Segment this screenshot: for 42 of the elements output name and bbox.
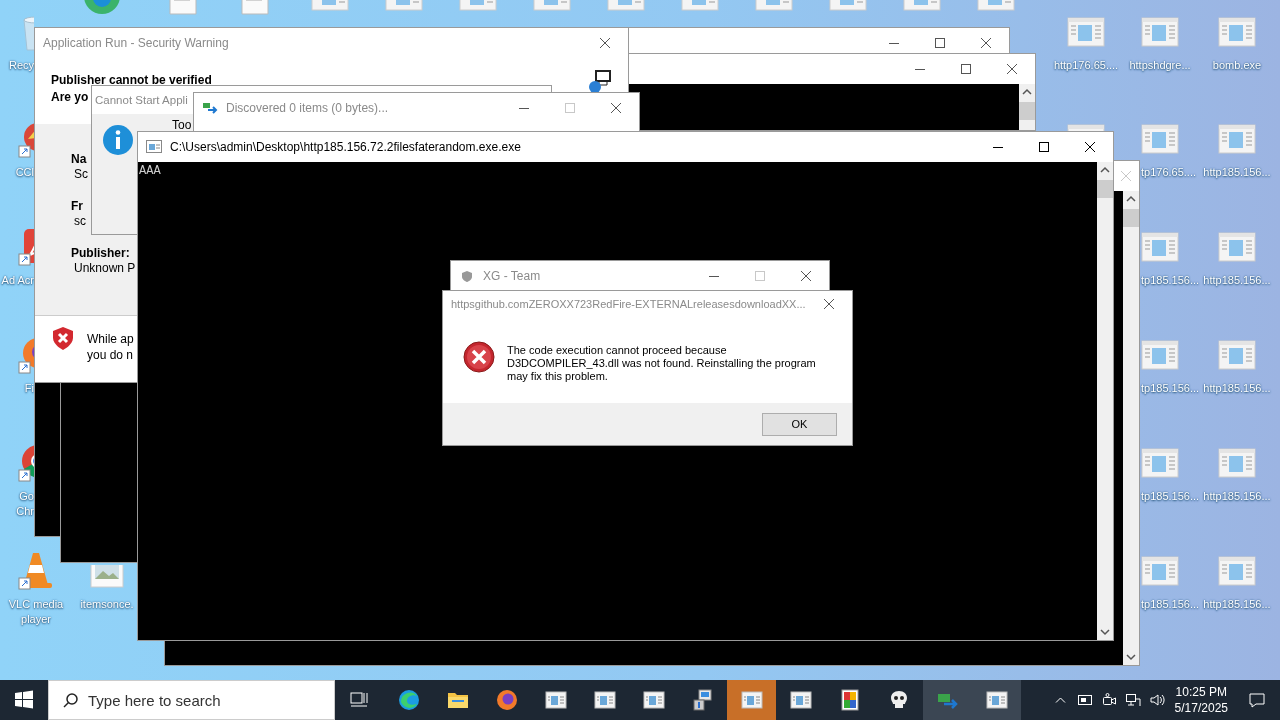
window-title: C:\Users\admin\Desktop\http185.156.72.2filesfaterandom.exe.exe [170,140,521,154]
window-title: Cannot Start Appli [95,94,188,106]
icon-label: tp176.65.... [1141,165,1197,180]
icon-label: CCl [14,165,34,180]
ok-button[interactable]: OK [762,412,837,436]
icon-label: http176.65.... [1053,58,1119,73]
icon-label: Fi [23,381,34,396]
icon-label: tp185.156... [1141,597,1200,612]
clock-date: 5/17/2025 [1174,700,1228,716]
error-message: The code execution cannot proceed because D3DCOMPILER_43.dll was not found. Reinstalling the program may fix this problem. [507,344,816,384]
icon-label: bomb.exe [1212,58,1262,73]
icon-label: tp185.156... [1141,381,1200,396]
icon-label: tp185.156... [1141,489,1200,504]
field-label: Publisher: [71,246,130,260]
field-value: Sc [74,167,88,181]
clock-time: 10:25 PM [1175,684,1227,700]
window-title: XG - Team [483,269,541,283]
icon-label: VLC media player [7,597,65,627]
icon-label: Recy [7,58,34,73]
field-value: sc [74,214,86,228]
warning-heading: Publisher cannot be verified [51,72,212,89]
field-label: Na [71,152,87,166]
icon-label: http185.156... [1203,597,1271,612]
icon-label: http185.156... [1203,165,1271,180]
icon-label: Go Chr [15,489,34,519]
icon-label: itemsonce. [80,597,134,612]
field-value: Unknown P [74,261,136,275]
warning-text: While ap you do n [87,331,134,363]
search-field[interactable]: Type here to search [48,680,335,720]
window-title: Discovered 0 items (0 bytes)... [226,101,389,115]
message-text: Too [172,118,192,132]
icon-label: http185.156... [1203,273,1271,288]
icon-label: httpshdgre... [1129,58,1191,73]
window-title: httpsgithub.comZEROXX723RedFire-EXTERNALreleasesdownloadXX... [451,298,806,310]
icon-label: http185.156... [1203,381,1271,396]
window-title: Application Run - Security Warning [43,36,229,50]
field-label: Fr [71,199,83,213]
warning-heading: Are yo [51,89,89,106]
clock[interactable]: 10:25 PM 5/17/2025 [1168,680,1234,720]
icon-label: http185.156... [1203,489,1271,504]
icon-label: Ad Acr [0,273,34,288]
icon-label: tp185.156... [1141,273,1200,288]
